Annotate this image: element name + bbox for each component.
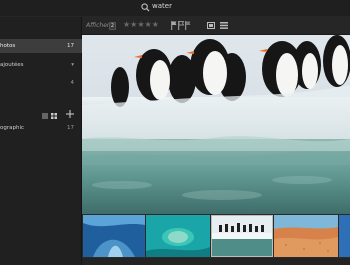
search-input[interactable]: water (152, 2, 172, 10)
blue-thumbnail[interactable] (339, 215, 350, 257)
sidebar-item-label: ajoutées (0, 62, 24, 68)
rating-stars[interactable]: ★★★★★ (123, 20, 159, 29)
sidebar-item-photos[interactable]: hotos 17 (0, 39, 82, 53)
sidebar-tools (42, 104, 76, 119)
photo-viewer[interactable] (82, 35, 350, 214)
sidebar-item-geographic[interactable]: ographic 17 (0, 121, 82, 135)
view-mode-buttons (207, 22, 231, 30)
filmstrip (82, 214, 350, 258)
search-bar[interactable]: water (0, 0, 350, 17)
sidebar-item-label: ographic (0, 125, 25, 131)
sidebar-item-count: 17 (67, 43, 74, 49)
ice-cave-thumbnail[interactable] (83, 215, 145, 257)
sidebar: hotos 17 ajoutées ▾ 4 ographic 17 (0, 17, 82, 265)
photos-app: water hotos 17 ajoutées ▾ 4 ographic 17 … (0, 0, 350, 265)
flag-filters (171, 21, 191, 31)
add-icon[interactable] (66, 103, 74, 122)
sidebar-item-recently-added[interactable]: ajoutées ▾ (0, 58, 82, 72)
sidebar-item-label: hotos (0, 43, 16, 49)
filter-label: Afficher (86, 22, 110, 29)
penguins-photo (82, 35, 350, 214)
chevron-down-icon[interactable]: ▾ (71, 58, 74, 72)
grid-view-icon[interactable] (220, 22, 228, 29)
flag-rejected-icon[interactable] (185, 21, 191, 30)
single-view-icon[interactable] (207, 22, 215, 29)
flag-outline-icon[interactable] (171, 21, 177, 30)
flag-picked-icon[interactable] (178, 21, 184, 30)
filter-toolbar: Afficher 2 ★★★★★ (82, 17, 350, 35)
penguins-thumbnail[interactable] (211, 215, 273, 257)
sea-turtle-thumbnail[interactable] (146, 215, 210, 257)
sidebar-item-count: 4 (70, 80, 75, 86)
statusbar (82, 258, 350, 265)
sidebar-item-album[interactable]: 4 (0, 76, 82, 90)
desert-thumbnail[interactable] (274, 215, 338, 257)
filter-dropdown[interactable]: 2 (109, 22, 116, 30)
sidebar-item-count: 17 (67, 125, 74, 131)
search-icon (141, 3, 150, 12)
